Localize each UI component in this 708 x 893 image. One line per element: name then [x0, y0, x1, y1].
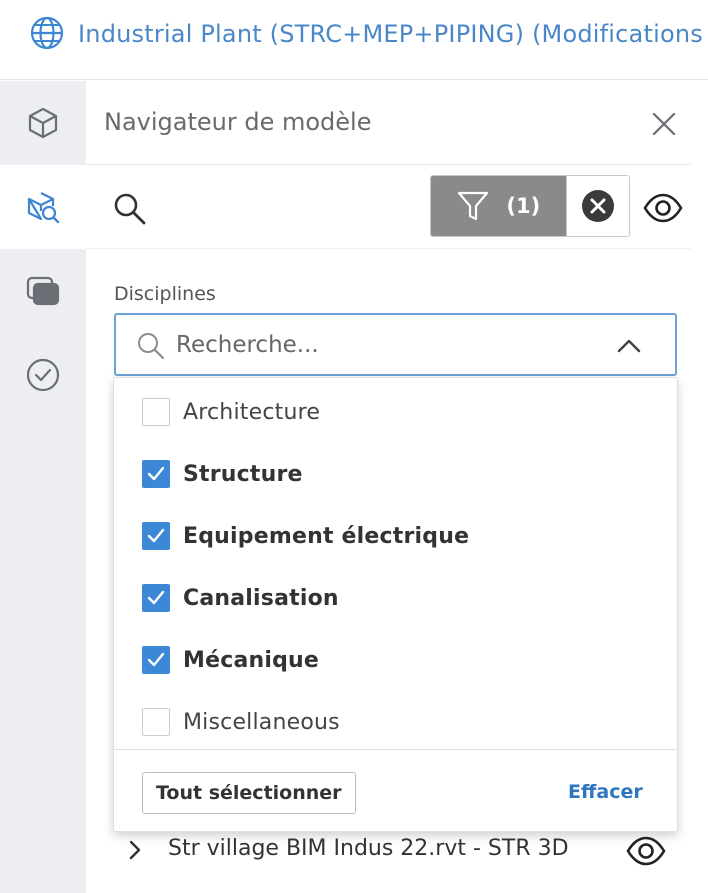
option-mecanique[interactable]: Mécanique — [114, 629, 677, 691]
search-icon — [138, 333, 165, 360]
toolbar: (1) — [86, 165, 691, 249]
rail-layers-button[interactable] — [0, 249, 86, 333]
model-icon — [28, 107, 58, 139]
checkbox[interactable] — [142, 708, 170, 736]
checkbox-checked[interactable] — [142, 584, 170, 612]
option-miscellaneous[interactable]: Miscellaneous — [114, 691, 677, 753]
check-icon — [147, 528, 165, 543]
dropdown-footer: Tout sélectionner Effacer — [114, 749, 677, 831]
rail-issues-button[interactable] — [0, 333, 86, 417]
chevron-up-icon[interactable] — [616, 333, 642, 359]
left-rail — [0, 81, 86, 893]
top-bar: Industrial Plant (STRC+MEP+PIPING) (Modi… — [0, 0, 708, 80]
disciplines-dropdown: Architecture Structure Equipement électr… — [113, 377, 678, 832]
close-circle-icon — [581, 190, 614, 222]
option-label: Miscellaneous — [183, 709, 340, 735]
panel-title: Navigateur de modèle — [104, 108, 372, 136]
option-label: Canalisation — [183, 585, 339, 611]
checkbox[interactable] — [142, 398, 170, 426]
check-icon — [147, 590, 165, 605]
checkbox-checked[interactable] — [142, 646, 170, 674]
tree-row[interactable]: Str village BIM Indus 22.rvt - STR 3D — [86, 821, 691, 881]
filter-group: (1) — [430, 175, 630, 237]
check-icon — [147, 652, 165, 667]
project-title[interactable]: Industrial Plant (STRC+MEP+PIPING) (Modi… — [78, 20, 708, 48]
checkbox-checked[interactable] — [142, 460, 170, 488]
option-label: Mécanique — [183, 647, 320, 673]
option-label: Structure — [183, 461, 303, 487]
close-icon[interactable] — [649, 109, 679, 139]
filter-count: (1) — [506, 194, 541, 218]
check-icon — [147, 466, 165, 481]
option-label: Equipement électrique — [183, 523, 470, 549]
option-label: Architecture — [183, 399, 321, 425]
eye-icon[interactable] — [625, 833, 667, 869]
option-equipement-electrique[interactable]: Equipement électrique — [114, 505, 677, 567]
layers-icon — [26, 276, 60, 306]
disciplines-select[interactable] — [114, 313, 677, 376]
search-icon[interactable] — [112, 191, 148, 227]
rail-model-browser-button[interactable] — [0, 165, 86, 249]
eye-icon[interactable] — [642, 190, 684, 226]
model-browser-icon — [27, 192, 60, 224]
select-all-button[interactable]: Tout sélectionner — [142, 772, 356, 814]
filter-button[interactable]: (1) — [431, 176, 566, 236]
clear-filter-button[interactable] — [565, 176, 629, 236]
model-browser-panel: Navigateur de modèle (1) Disciplines Rec… — [86, 81, 708, 893]
checkbox-checked[interactable] — [142, 522, 170, 550]
disciplines-label: Disciplines — [114, 283, 216, 305]
disciplines-search-input[interactable] — [176, 325, 596, 365]
check-circle-icon — [26, 358, 60, 392]
tree-item-label: Str village BIM Indus 22.rvt - STR 3D — [168, 836, 569, 861]
filter-icon — [458, 191, 489, 221]
option-canalisation[interactable]: Canalisation — [114, 567, 677, 629]
option-architecture[interactable]: Architecture — [114, 381, 677, 443]
option-structure[interactable]: Structure — [114, 443, 677, 505]
globe-icon — [30, 16, 64, 50]
clear-link[interactable]: Effacer — [568, 781, 643, 803]
chevron-right-icon[interactable] — [124, 838, 146, 862]
panel-header: Navigateur de modèle — [86, 81, 691, 165]
rail-model-button[interactable] — [0, 81, 86, 165]
